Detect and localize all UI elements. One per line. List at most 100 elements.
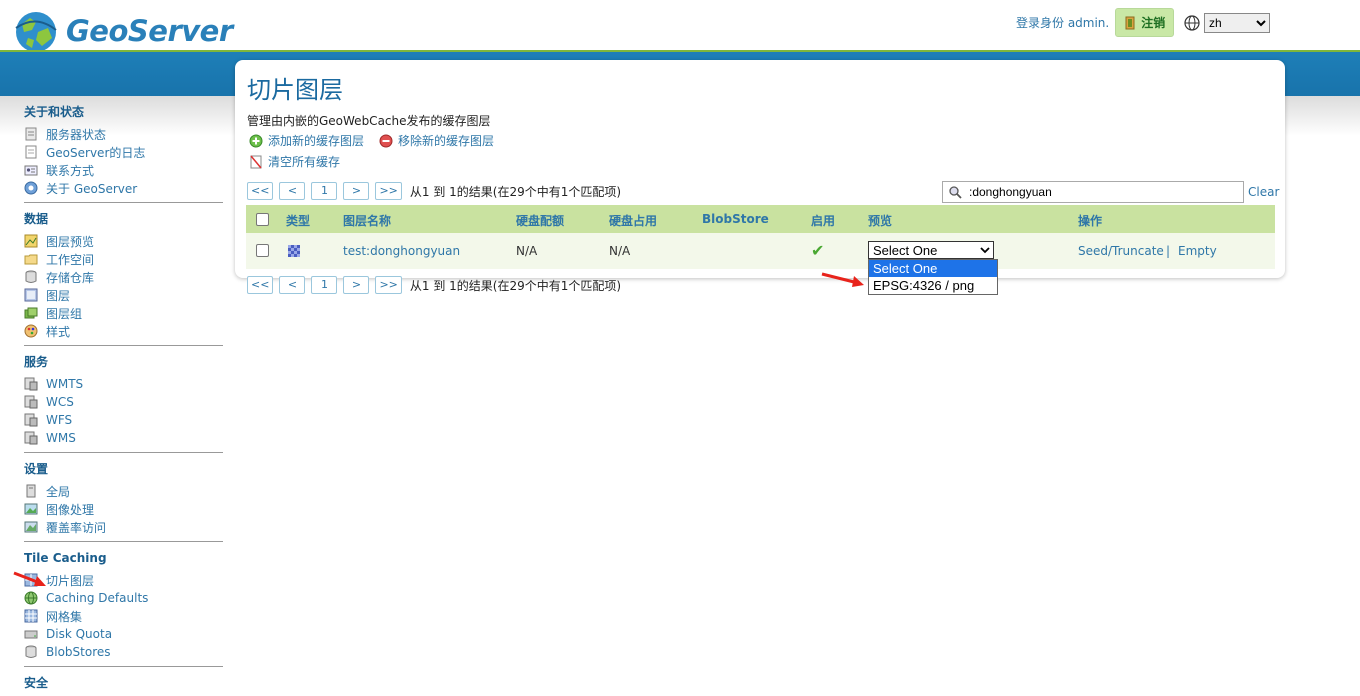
sidebar-item-wcs[interactable]: WCS (24, 393, 223, 411)
sidebar-item-contact[interactable]: 联系方式 (24, 161, 223, 179)
sidebar-item-image-processing[interactable]: 图像处理 (24, 500, 223, 518)
sidebar-item-styles[interactable]: 样式 (24, 322, 223, 340)
sidebar-section-services: 服务 WMTS WCS WFS WMS (24, 354, 223, 453)
pager-prev-button[interactable]: < (279, 276, 306, 294)
sidebar-item-logs[interactable]: GeoServer的日志 (24, 143, 223, 161)
sidebar-item-label: 全局 (46, 484, 71, 499)
seed-truncate-link[interactable]: Seed/Truncate (1078, 244, 1164, 258)
pager-last-button[interactable]: >> (375, 276, 402, 294)
clear-all-cache-link[interactable]: 清空所有缓存 (249, 153, 340, 170)
sidebar-item-wms[interactable]: WMS (24, 429, 223, 447)
layer-name-link[interactable]: test:donghongyuan (343, 244, 460, 258)
search-icon (949, 186, 962, 199)
column-header-layer-name[interactable]: 图层名称 (343, 212, 391, 229)
coverage-icon (24, 520, 38, 534)
sidebar-item-label: 服务器状态 (46, 127, 107, 142)
clear-cache-icon (250, 155, 262, 168)
pager-prev-button[interactable]: < (279, 182, 306, 200)
sidebar-item-label: 图层 (46, 288, 71, 303)
globe-grid-icon (24, 591, 38, 605)
sidebar: 关于和状态 服务器状态 GeoServer的日志 联系方式 关于 GeoServ… (24, 104, 223, 696)
search-clear-link[interactable]: Clear (1248, 185, 1279, 199)
sidebar-section-title: 服务 (24, 355, 49, 369)
sidebar-item-blobstores[interactable]: BlobStores (24, 643, 223, 661)
sidebar-item-label: 样式 (46, 324, 71, 339)
pager-bottom: << < 1 > >> 从1 到 1的结果(在29个中有1个匹配项) (247, 276, 621, 294)
sidebar-item-layer-groups[interactable]: 图层组 (24, 304, 223, 322)
geoserver-logo[interactable]: GeoServer (12, 8, 233, 54)
grid-icon (24, 609, 38, 623)
pager-last-button[interactable]: >> (375, 182, 402, 200)
sidebar-item-label: WMTS (46, 377, 84, 391)
pager-first-button[interactable]: << (247, 276, 274, 294)
add-cached-layer-link[interactable]: 添加新的缓存图层 (249, 132, 364, 149)
sidebar-item-wfs[interactable]: WFS (24, 411, 223, 429)
sidebar-item-layer-preview[interactable]: 图层预览 (24, 232, 223, 250)
sidebar-section-security: 安全 (24, 675, 223, 691)
sidebar-item-label: 联系方式 (46, 163, 95, 178)
folder-icon (24, 252, 38, 266)
sidebar-item-server-status[interactable]: 服务器状态 (24, 125, 223, 143)
add-cached-layer-label: 添加新的缓存图层 (268, 134, 365, 148)
action-separator: | (1166, 244, 1171, 258)
remove-cached-layer-link[interactable]: 移除新的缓存图层 (379, 132, 494, 149)
sidebar-item-gridsets[interactable]: 网格集 (24, 607, 223, 625)
column-header-disk-quota[interactable]: 硬盘配额 (516, 212, 564, 229)
sidebar-item-label: 工作空间 (46, 252, 95, 267)
disk-usage-value: N/A (609, 244, 631, 258)
disk-icon (24, 627, 38, 641)
sidebar-item-wmts[interactable]: WMTS (24, 375, 223, 393)
row-checkbox[interactable] (256, 244, 269, 257)
column-header-disk-usage[interactable]: 硬盘占用 (609, 212, 657, 229)
sidebar-item-label: GeoServer的日志 (46, 145, 146, 160)
layer-icon (24, 288, 38, 302)
sidebar-item-tile-layers[interactable]: 切片图层 (24, 571, 223, 589)
sidebar-item-coverage-access[interactable]: 覆盖率访问 (24, 518, 223, 536)
enabled-check-icon: ✔ (811, 241, 825, 260)
clear-all-cache-label: 清空所有缓存 (268, 155, 341, 169)
preview-select[interactable]: Select One (868, 241, 994, 259)
sidebar-item-label: Disk Quota (46, 627, 113, 641)
sidebar-item-label: 覆盖率访问 (46, 520, 107, 535)
search-input[interactable] (967, 184, 1241, 200)
preview-dropdown-list: Select One EPSG:4326 / png (868, 259, 998, 295)
preview-option-select-one[interactable]: Select One (869, 260, 997, 277)
sidebar-section-title: 数据 (24, 212, 49, 226)
language-select[interactable]: zh (1204, 13, 1270, 33)
search-field[interactable] (942, 181, 1244, 203)
globe-icon (1184, 15, 1200, 31)
pager-next-button[interactable]: > (343, 182, 370, 200)
pager-first-button[interactable]: << (247, 182, 274, 200)
pager-next-button[interactable]: > (343, 276, 370, 294)
sidebar-item-stores[interactable]: 存储仓库 (24, 268, 223, 286)
sidebar-item-disk-quota[interactable]: Disk Quota (24, 625, 223, 643)
column-header-type[interactable]: 类型 (286, 212, 310, 229)
select-all-checkbox[interactable] (256, 213, 269, 226)
sidebar-section-title: 安全 (24, 676, 49, 690)
logout-label: 注销 (1141, 16, 1166, 30)
sidebar-item-label: WMS (46, 431, 76, 445)
preview-option-epsg4326-png[interactable]: EPSG:4326 / png (869, 277, 997, 294)
column-header-enabled[interactable]: 启用 (811, 212, 835, 229)
language-selector: zh (1184, 13, 1270, 33)
pager-page-button[interactable]: 1 (311, 182, 338, 200)
sidebar-item-label: 存储仓库 (46, 270, 95, 285)
logo-text: GeoServer (66, 14, 233, 48)
logout-button[interactable]: 注销 (1115, 8, 1175, 37)
sidebar-item-global[interactable]: 全局 (24, 482, 223, 500)
chevron-down-icon (980, 247, 990, 254)
annotation-arrow-icon (13, 571, 46, 586)
sidebar-item-layers[interactable]: 图层 (24, 286, 223, 304)
info-icon (24, 181, 38, 195)
table-row: test:donghongyuan N/A N/A ✔ Select One S… (246, 233, 1275, 269)
layer-preview-icon (24, 234, 38, 248)
sidebar-item-workspaces[interactable]: 工作空间 (24, 250, 223, 268)
column-header-blobstore[interactable]: BlobStore (702, 212, 769, 226)
remove-icon (379, 134, 393, 147)
sidebar-item-caching-defaults[interactable]: Caching Defaults (24, 589, 223, 607)
pager-page-button[interactable]: 1 (311, 276, 338, 294)
sidebar-item-about[interactable]: 关于 GeoServer (24, 179, 223, 197)
server-status-icon (24, 127, 38, 141)
service-icon (24, 395, 38, 409)
empty-cache-link[interactable]: Empty (1178, 244, 1217, 258)
